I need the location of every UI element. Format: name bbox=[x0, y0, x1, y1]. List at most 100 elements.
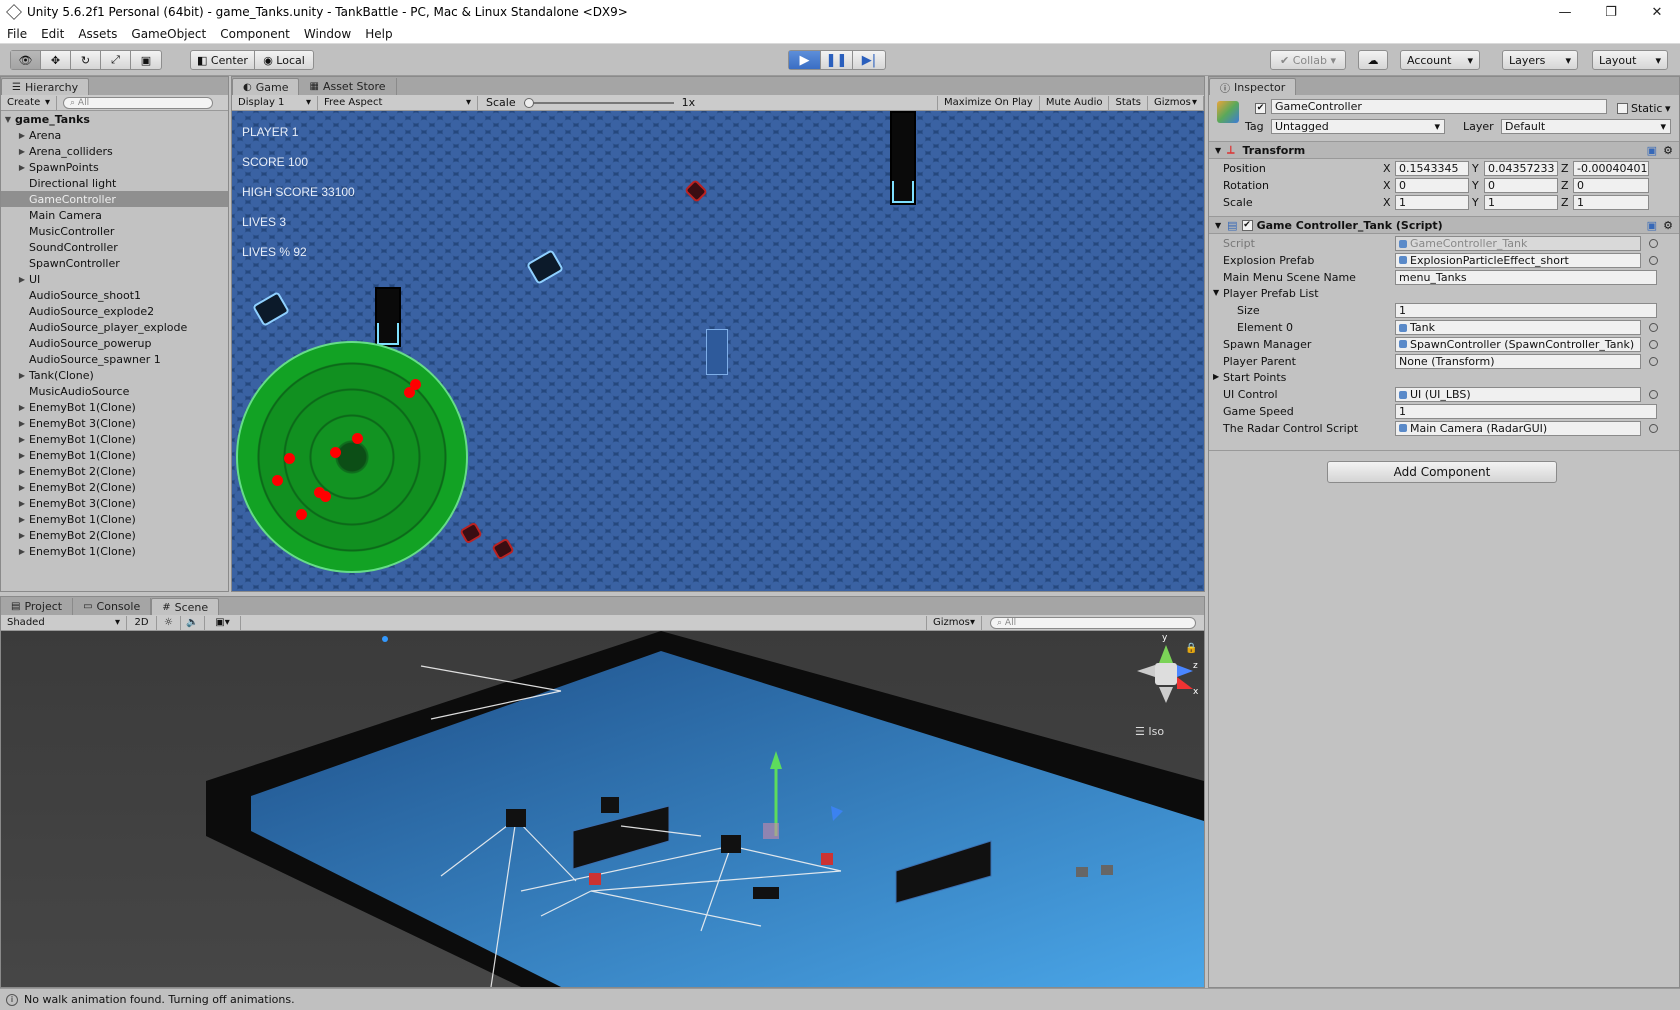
transform-scale-x-field[interactable]: 1 bbox=[1395, 195, 1469, 210]
hierarchy-item[interactable]: MusicController bbox=[1, 223, 228, 239]
object-picker-icon[interactable] bbox=[1649, 423, 1658, 433]
gizmos-dropdown[interactable]: Gizmos ▾ bbox=[1148, 95, 1204, 110]
hierarchy-item[interactable]: AudioSource_player_explode bbox=[1, 319, 228, 335]
chevron-down-icon[interactable]: ▾ bbox=[1665, 102, 1671, 115]
expand-arrow-icon[interactable]: ▶ bbox=[15, 483, 29, 492]
hierarchy-item[interactable]: ▶ EnemyBot 1(Clone) bbox=[1, 431, 228, 447]
expand-arrow-icon[interactable]: ▶ bbox=[15, 531, 29, 540]
collapse-arrow-icon[interactable]: ▼ bbox=[1215, 221, 1221, 230]
axis-z-label[interactable]: Z bbox=[1561, 196, 1569, 209]
hierarchy-item[interactable]: ▶ EnemyBot 2(Clone) bbox=[1, 463, 228, 479]
expand-arrow-icon[interactable]: ▶ bbox=[15, 451, 29, 460]
hierarchy-item[interactable]: ▶ EnemyBot 1(Clone) bbox=[1, 511, 228, 527]
collapse-arrow-icon[interactable]: ▼ bbox=[1215, 146, 1221, 155]
audio-toggle-icon[interactable]: 🔈 bbox=[181, 615, 205, 630]
transform-scale-z-field[interactable]: 1 bbox=[1573, 195, 1649, 210]
static-checkbox[interactable] bbox=[1617, 103, 1628, 114]
expand-arrow-icon[interactable]: ▶ bbox=[15, 371, 29, 380]
expand-arrow-icon[interactable]: ▶ bbox=[15, 515, 29, 524]
transform-header[interactable]: ▼ ⟂ Transform ▣ ⚙ bbox=[1209, 141, 1679, 159]
hierarchy-item[interactable]: AudioSource_explode2 bbox=[1, 303, 228, 319]
create-dropdown[interactable]: Create ▾ bbox=[1, 95, 57, 110]
gizmo-cube[interactable] bbox=[1155, 663, 1177, 685]
transform-position-z-field[interactable]: -0.00040401! bbox=[1573, 161, 1649, 176]
hierarchy-item[interactable]: AudioSource_spawner 1 bbox=[1, 351, 228, 367]
script-field-label[interactable]: Player Prefab List bbox=[1223, 287, 1319, 300]
expand-arrow-icon[interactable]: ▶ bbox=[15, 467, 29, 476]
view-tool-icon[interactable]: 👁 bbox=[11, 51, 41, 69]
transform-rotation-y-field[interactable]: 0 bbox=[1484, 178, 1558, 193]
menu-component[interactable]: Component bbox=[213, 27, 297, 41]
expand-arrow-icon[interactable]: ▶ bbox=[15, 163, 29, 172]
axis-z-label[interactable]: Z bbox=[1561, 162, 1569, 175]
account-dropdown[interactable]: Account ▾ bbox=[1400, 50, 1480, 70]
script-field-value-box[interactable]: None (Transform) bbox=[1395, 353, 1641, 369]
pause-button[interactable]: ❚❚ bbox=[821, 51, 853, 69]
hierarchy-item[interactable]: ▶ EnemyBot 2(Clone) bbox=[1, 527, 228, 543]
close-icon[interactable]: ✕ bbox=[1634, 0, 1680, 24]
aspect-dropdown[interactable]: Free Aspect ▾ bbox=[318, 95, 478, 110]
tab-game[interactable]: ◐ Game bbox=[232, 78, 300, 95]
script-field-value-box[interactable]: Tank bbox=[1395, 320, 1641, 335]
help-icon[interactable]: ▣ bbox=[1647, 144, 1657, 157]
expand-arrow-icon[interactable]: ▶ bbox=[15, 435, 29, 444]
menu-gameobject[interactable]: GameObject bbox=[124, 27, 213, 41]
lighting-toggle-icon[interactable]: ☼ bbox=[157, 615, 181, 630]
projection-toggle[interactable]: ☰ Iso bbox=[1135, 725, 1164, 738]
menu-edit[interactable]: Edit bbox=[34, 27, 71, 41]
expand-arrow-icon[interactable]: ▶ bbox=[15, 419, 29, 428]
foldout-arrow-icon[interactable]: ▶ bbox=[1213, 372, 1219, 381]
game-viewport[interactable]: PLAYER 1 SCORE 100 HIGH SCORE 33100 LIVE… bbox=[232, 111, 1204, 591]
object-picker-icon[interactable] bbox=[1649, 390, 1658, 400]
hierarchy-item[interactable]: ▶ Arena bbox=[1, 127, 228, 143]
hierarchy-search-input[interactable]: ⌕ All bbox=[63, 96, 213, 109]
scale-slider[interactable] bbox=[523, 97, 674, 108]
script-enabled-checkbox[interactable]: ✔ bbox=[1241, 219, 1253, 231]
hierarchy-item[interactable]: SoundController bbox=[1, 239, 228, 255]
tab-inspector[interactable]: ⓘ Inspector bbox=[1209, 78, 1297, 95]
status-bar[interactable]: i No walk animation found. Turning off a… bbox=[0, 988, 1680, 1010]
hierarchy-item[interactable]: ▶ EnemyBot 1(Clone) bbox=[1, 447, 228, 463]
hierarchy-item[interactable]: Main Camera bbox=[1, 207, 228, 223]
move-gizmo-center[interactable] bbox=[763, 823, 779, 839]
scale-slider-thumb[interactable] bbox=[523, 97, 534, 108]
object-picker-icon[interactable] bbox=[1649, 323, 1658, 332]
object-picker-icon[interactable] bbox=[1649, 356, 1658, 366]
foldout-arrow-icon[interactable]: ▼ bbox=[1213, 288, 1219, 297]
active-checkbox[interactable]: ✔ bbox=[1255, 103, 1266, 114]
script-field-value-box[interactable]: SpawnController (SpawnController_Tank) bbox=[1395, 336, 1641, 352]
hierarchy-item[interactable]: ▶ EnemyBot 1(Clone) bbox=[1, 399, 228, 415]
script-field-value-box[interactable]: 1 bbox=[1395, 404, 1657, 419]
transform-rotation-x-field[interactable]: 0 bbox=[1395, 178, 1469, 193]
stats-toggle[interactable]: Stats bbox=[1109, 95, 1148, 110]
script-field-value-box[interactable]: UI (UI_LBS) bbox=[1395, 387, 1641, 403]
help-icon[interactable]: ▣ bbox=[1647, 219, 1657, 232]
script-header[interactable]: ▼ ▤ ✔ Game Controller_Tank (Script) ▣ ⚙ bbox=[1209, 216, 1679, 234]
scene-orientation-gizmo[interactable]: y z x bbox=[1129, 633, 1199, 723]
hierarchy-item[interactable]: SpawnController bbox=[1, 255, 228, 271]
mute-audio-toggle[interactable]: Mute Audio bbox=[1040, 95, 1110, 110]
expand-arrow-icon[interactable]: ▼ bbox=[1, 115, 15, 124]
menu-help[interactable]: Help bbox=[358, 27, 399, 41]
scene-gizmos-dropdown[interactable]: Gizmos ▾ bbox=[926, 615, 982, 630]
hierarchy-item[interactable]: ▶ EnemyBot 3(Clone) bbox=[1, 495, 228, 511]
gizmo-z-cone[interactable] bbox=[1177, 665, 1193, 677]
layers-dropdown[interactable]: Layers ▾ bbox=[1502, 50, 1578, 70]
add-component-button[interactable]: Add Component bbox=[1327, 461, 1557, 483]
transform-position-y-field[interactable]: 0.04357233 bbox=[1484, 161, 1558, 176]
object-picker-icon[interactable] bbox=[1649, 339, 1658, 349]
layer-dropdown[interactable]: Default ▾ bbox=[1501, 119, 1671, 134]
hierarchy-item[interactable]: MusicAudioSource bbox=[1, 383, 228, 399]
script-field-value-box[interactable]: ExplosionParticleEffect_short bbox=[1395, 252, 1641, 268]
hierarchy-item[interactable]: AudioSource_shoot1 bbox=[1, 287, 228, 303]
pivot-local-button[interactable]: ◉ Local bbox=[255, 51, 313, 69]
tab-asset-store[interactable]: ▦ Asset Store bbox=[299, 78, 397, 95]
expand-arrow-icon[interactable]: ▶ bbox=[15, 147, 29, 156]
hierarchy-item[interactable]: ▶ Arena_colliders bbox=[1, 143, 228, 159]
move-tool-icon[interactable]: ✥ bbox=[41, 51, 71, 69]
gizmo-neg-x-cone[interactable] bbox=[1137, 665, 1155, 677]
pivot-center-button[interactable]: ◧ Center bbox=[191, 51, 255, 69]
expand-arrow-icon[interactable]: ▶ bbox=[15, 275, 29, 284]
menu-assets[interactable]: Assets bbox=[71, 27, 124, 41]
layout-dropdown[interactable]: Layout ▾ bbox=[1592, 50, 1668, 70]
